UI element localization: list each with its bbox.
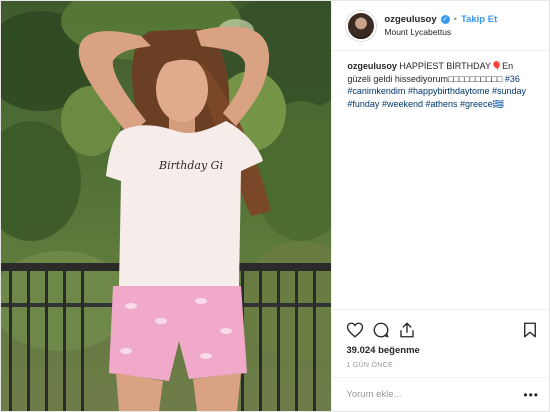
share-icon[interactable] [398, 321, 416, 339]
caption: ozgeulusoy HAPPİEST BİRTHDAY🎈En güzeli g… [332, 51, 549, 110]
username-link[interactable]: ozgeulusoy [384, 14, 436, 25]
post-side-panel: ozgeulusoy ✓ • Takip Et Mount Lycabettus… [331, 1, 549, 411]
hashtag[interactable]: #weekend [382, 99, 423, 109]
header-row: ozgeulusoy ✓ • Takip Et [384, 14, 497, 25]
caption-flag: 🇬🇷 [492, 98, 504, 109]
hashtag[interactable]: #happybirthdaytome [408, 86, 490, 96]
caption-symbols: □□□□□□□□□□ [447, 73, 503, 84]
post-timestamp: 1 GÜN ÖNCE [346, 362, 393, 369]
action-bar [332, 309, 549, 339]
location-link[interactable]: Mount Lycabettus [384, 27, 497, 37]
follow-button[interactable]: Takip Et [461, 14, 497, 25]
caption-username[interactable]: ozgeulusoy [347, 61, 397, 71]
heart-icon[interactable] [346, 321, 364, 339]
post-photo-illustration: Birthday Gi [1, 1, 332, 411]
header-text: ozgeulusoy ✓ • Takip Et Mount Lycabettus [384, 14, 497, 37]
avatar[interactable] [346, 10, 377, 41]
comment-input[interactable]: Yorum ekle... [346, 389, 401, 400]
likes-count[interactable]: 39.024 beğenme [332, 339, 549, 356]
separator-dot: • [453, 14, 457, 25]
bookmark-icon[interactable] [521, 321, 539, 339]
hashtag[interactable]: #36 [505, 74, 520, 84]
post-header: ozgeulusoy ✓ • Takip Et Mount Lycabettus [332, 1, 549, 51]
shirt-print-text: Birthday Gi [158, 159, 223, 172]
comment-box: Yorum ekle... ••• [332, 377, 549, 411]
hashtag[interactable]: #canimkendim [347, 86, 405, 96]
post-photo[interactable]: Birthday Gi [1, 1, 332, 411]
comment-bubble-icon[interactable] [372, 321, 390, 339]
hashtag[interactable]: #funday [347, 99, 379, 109]
more-options-icon[interactable]: ••• [523, 388, 539, 402]
verified-badge-icon: ✓ [440, 15, 450, 24]
hashtag[interactable]: #sunday [492, 86, 526, 96]
instagram-post: Birthday Gi ozgeulusoy ✓ • Takip Et Moun… [0, 0, 550, 412]
hashtag[interactable]: #athens [426, 99, 458, 109]
hashtag[interactable]: #greece [460, 99, 493, 109]
